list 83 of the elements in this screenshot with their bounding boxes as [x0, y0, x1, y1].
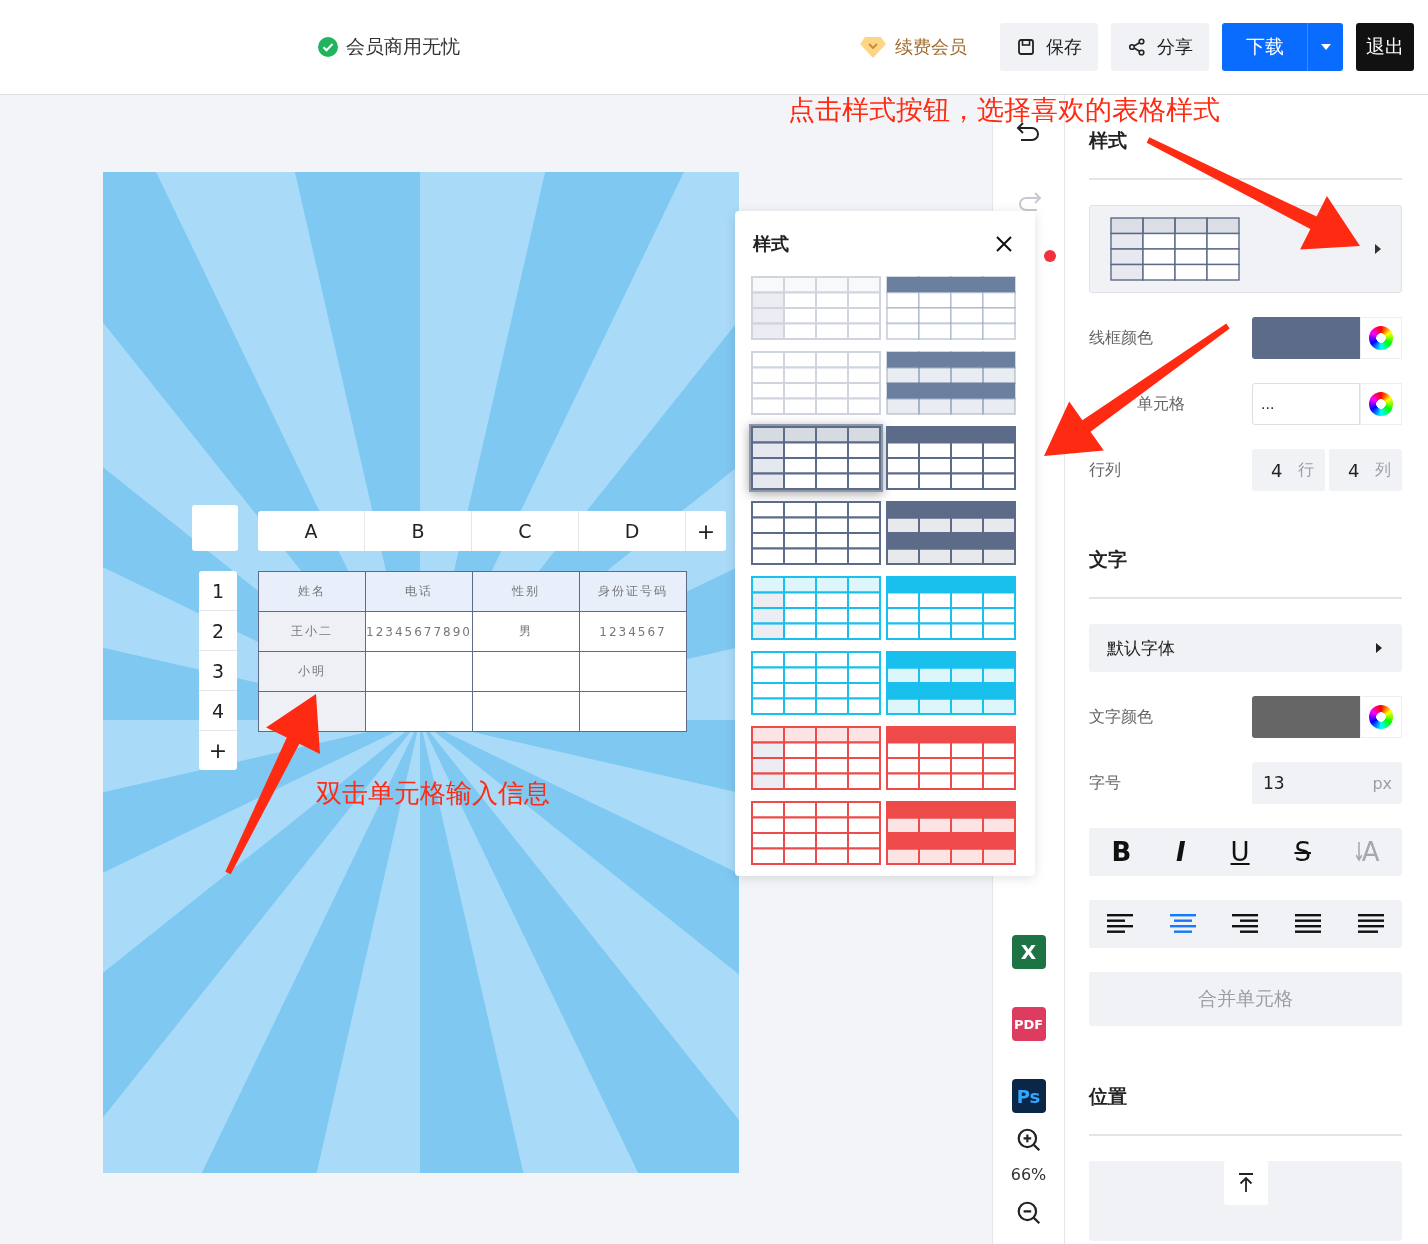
popup-title: 样式	[753, 232, 789, 256]
text-format-button[interactable]: I	[1172, 835, 1190, 869]
member-status-text: 会员商用无忧	[346, 34, 460, 59]
table-cell[interactable]	[473, 652, 580, 692]
table-cell[interactable]	[366, 692, 473, 732]
font-dropdown[interactable]: 默认字体	[1089, 624, 1402, 672]
table-cell[interactable]: 男	[473, 612, 580, 652]
caret-icon	[1375, 244, 1381, 254]
column-header[interactable]: B	[365, 511, 472, 551]
renew-text: 续费会员	[895, 35, 967, 59]
row-header[interactable]: 4	[199, 691, 237, 731]
check-circle-icon	[318, 37, 338, 57]
table-style-option[interactable]	[884, 724, 1018, 792]
border-color-swatch[interactable]	[1252, 317, 1360, 359]
save-button[interactable]: 保存	[1000, 23, 1098, 71]
section-title: 样式	[1089, 128, 1128, 153]
zoom-level: 66%	[1010, 1165, 1047, 1184]
column-header[interactable]: A	[258, 511, 365, 551]
table-style-option[interactable]	[884, 799, 1018, 867]
table-cell[interactable]: 性别	[473, 572, 580, 612]
export-format-button[interactable]: PDF	[1011, 1007, 1046, 1041]
table-cell[interactable]: 王小二	[259, 612, 366, 652]
color-wheel-icon[interactable]	[1369, 326, 1393, 350]
table-cell[interactable]	[366, 652, 473, 692]
exit-button[interactable]: 退出	[1356, 23, 1414, 71]
column-count-field[interactable]: 4 列	[1329, 449, 1402, 491]
color-wheel-icon[interactable]	[1369, 392, 1393, 416]
share-button[interactable]: 分享	[1111, 23, 1209, 71]
select-all-cell[interactable]	[192, 505, 238, 551]
table-style-option[interactable]	[884, 424, 1018, 492]
column-header[interactable]: C	[472, 511, 579, 551]
table-cell[interactable]	[473, 692, 580, 732]
text-format-button[interactable]: U	[1226, 835, 1254, 869]
share-icon	[1127, 37, 1147, 57]
add-column-button[interactable]: +	[686, 511, 726, 551]
row-header[interactable]: 3	[199, 651, 237, 691]
font-size-field[interactable]: 13 px	[1252, 762, 1402, 804]
caret-icon	[1376, 643, 1382, 653]
table-style-option[interactable]	[884, 499, 1018, 567]
close-icon[interactable]	[995, 235, 1013, 253]
renew-membership-link[interactable]: 续费会员	[859, 35, 967, 59]
row-header[interactable]: 2	[199, 611, 237, 651]
field-label: 字号	[1089, 772, 1121, 794]
row-header[interactable]: 1	[199, 571, 237, 611]
field-label: 行列	[1089, 459, 1121, 481]
export-format-button[interactable]: Ps	[1011, 1079, 1046, 1113]
download-button[interactable]: 下载	[1222, 23, 1308, 71]
table-cell[interactable]: 电话	[366, 572, 473, 612]
notification-dot	[1044, 250, 1056, 262]
table-cell[interactable]	[580, 652, 687, 692]
table-style-option[interactable]	[749, 724, 883, 792]
section-title: 位置	[1089, 1084, 1128, 1109]
table-cell[interactable]: 姓名	[259, 572, 366, 612]
field-label: 文字颜色	[1089, 706, 1153, 728]
annotation-text: 点击样式按钮，选择喜欢的表格样式	[788, 93, 1220, 127]
table-cell[interactable]: 1234567	[580, 612, 687, 652]
style-picker-button[interactable]	[1089, 205, 1402, 293]
row-count-field[interactable]: 4 行	[1252, 449, 1325, 491]
table-style-option[interactable]	[749, 424, 883, 492]
table-style-option[interactable]	[884, 349, 1018, 417]
color-wheel-icon[interactable]	[1369, 705, 1393, 729]
table-cell[interactable]: 身份证号码	[580, 572, 687, 612]
diamond-icon	[859, 35, 887, 59]
table-style-option[interactable]	[749, 799, 883, 867]
add-row-button[interactable]: +	[199, 731, 237, 770]
fill-color-field[interactable]: ...	[1252, 383, 1360, 425]
table-style-option[interactable]	[884, 274, 1018, 342]
table-cell[interactable]	[580, 692, 687, 732]
field-label: 单元格	[1137, 393, 1185, 415]
section-title: 文字	[1089, 547, 1128, 572]
text-format-button[interactable]: S	[1290, 835, 1315, 869]
caret-icon	[1320, 44, 1331, 50]
text-format-button[interactable]: B	[1107, 835, 1136, 869]
column-header[interactable]: D	[579, 511, 686, 551]
text-color-swatch[interactable]	[1252, 696, 1360, 738]
table-cell[interactable]: 12345677890	[366, 612, 473, 652]
field-label: 线框颜色	[1089, 327, 1153, 349]
annotation-text: 双击单元格输入信息	[316, 777, 550, 810]
table-cell[interactable]: 小明	[259, 652, 366, 692]
export-format-button[interactable]: X	[1011, 935, 1046, 969]
down-arrow-icon	[1355, 842, 1362, 862]
table-style-option[interactable]	[749, 499, 883, 567]
align-top-icon[interactable]	[1223, 1161, 1268, 1205]
